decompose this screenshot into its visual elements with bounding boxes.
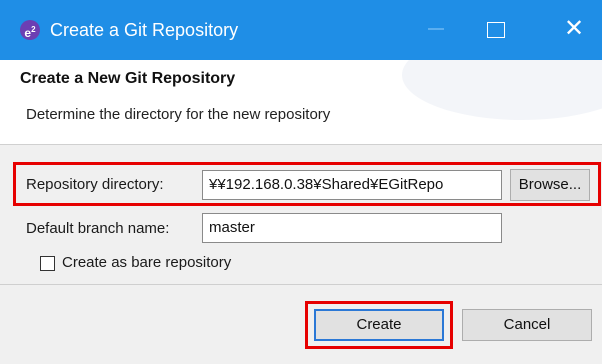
- minimize-icon[interactable]: [428, 28, 444, 30]
- header-description: Determine the directory for the new repo…: [26, 106, 331, 123]
- maximize-icon[interactable]: [487, 22, 505, 38]
- header-banner-graphic: [402, 60, 602, 120]
- button-bar-divider: [0, 284, 602, 285]
- default-branch-input[interactable]: master: [202, 213, 502, 243]
- create-button-highlight: [305, 301, 453, 349]
- close-icon[interactable]: ✕: [562, 14, 586, 44]
- eclipse-icon: e2: [20, 20, 40, 40]
- header-title: Create a New Git Repository: [20, 70, 236, 87]
- window-title: Create a Git Repository: [50, 20, 239, 40]
- cancel-button[interactable]: Cancel: [462, 309, 592, 341]
- default-branch-label: Default branch name:: [26, 220, 170, 237]
- title-bar: e2 Create a Git Repository ✕: [0, 0, 602, 60]
- bare-repository-label: Create as bare repository: [62, 254, 232, 271]
- bare-repository-checkbox[interactable]: [40, 256, 55, 271]
- dialog-header: Create a New Git Repository Determine th…: [0, 60, 602, 144]
- repository-directory-highlight: [13, 162, 601, 206]
